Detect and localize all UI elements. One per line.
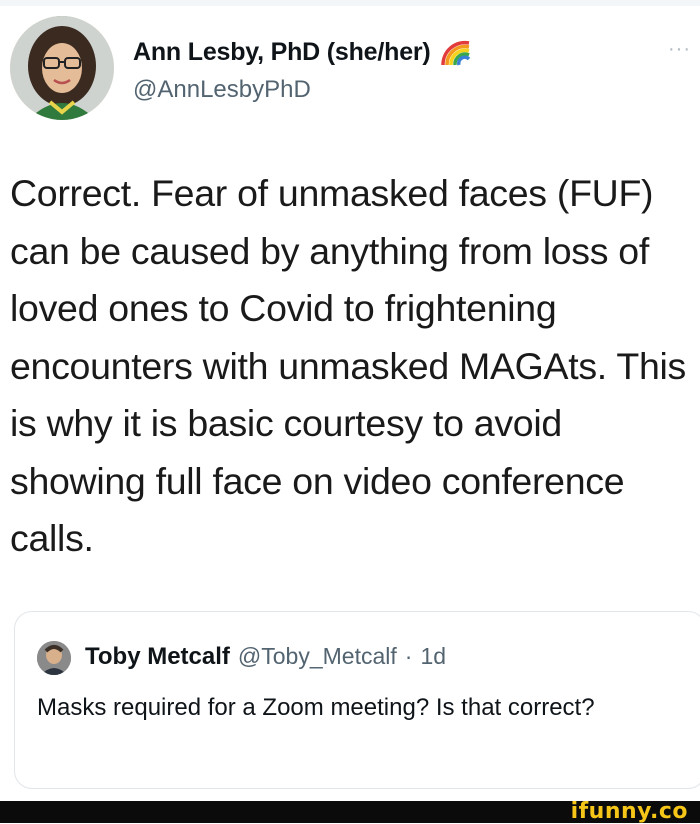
rainbow-icon	[439, 37, 473, 67]
top-divider	[0, 0, 700, 6]
quoted-tweet-card[interactable]: Toby Metcalf @Toby_Metcalf · 1d Masks re…	[14, 611, 700, 789]
quoted-tweet-text: Masks required for a Zoom meeting? Is th…	[37, 694, 595, 721]
quoted-author-avatar[interactable]	[37, 641, 71, 675]
author-display-name[interactable]: Ann Lesby, PhD (she/her)	[133, 38, 431, 67]
watermark-bar: ifunny.co	[0, 799, 700, 824]
author-avatar[interactable]	[10, 16, 114, 120]
author-name-row: Ann Lesby, PhD (she/her)	[133, 37, 473, 67]
separator-dot: ·	[404, 643, 413, 669]
ifunny-watermark: ifunny.co	[570, 799, 688, 824]
author-handle[interactable]: @AnnLesbyPhD	[133, 76, 311, 104]
quoted-display-name[interactable]: Toby Metcalf	[85, 643, 230, 671]
quoted-handle[interactable]: @Toby_Metcalf	[238, 643, 397, 670]
quoted-timestamp[interactable]: 1d	[420, 643, 446, 670]
tweet-text: Correct. Fear of unmasked faces (FUF) ca…	[10, 172, 687, 559]
quoted-header: Toby Metcalf @Toby_Metcalf · 1d	[85, 643, 446, 671]
more-options-icon[interactable]: ···	[668, 38, 691, 61]
